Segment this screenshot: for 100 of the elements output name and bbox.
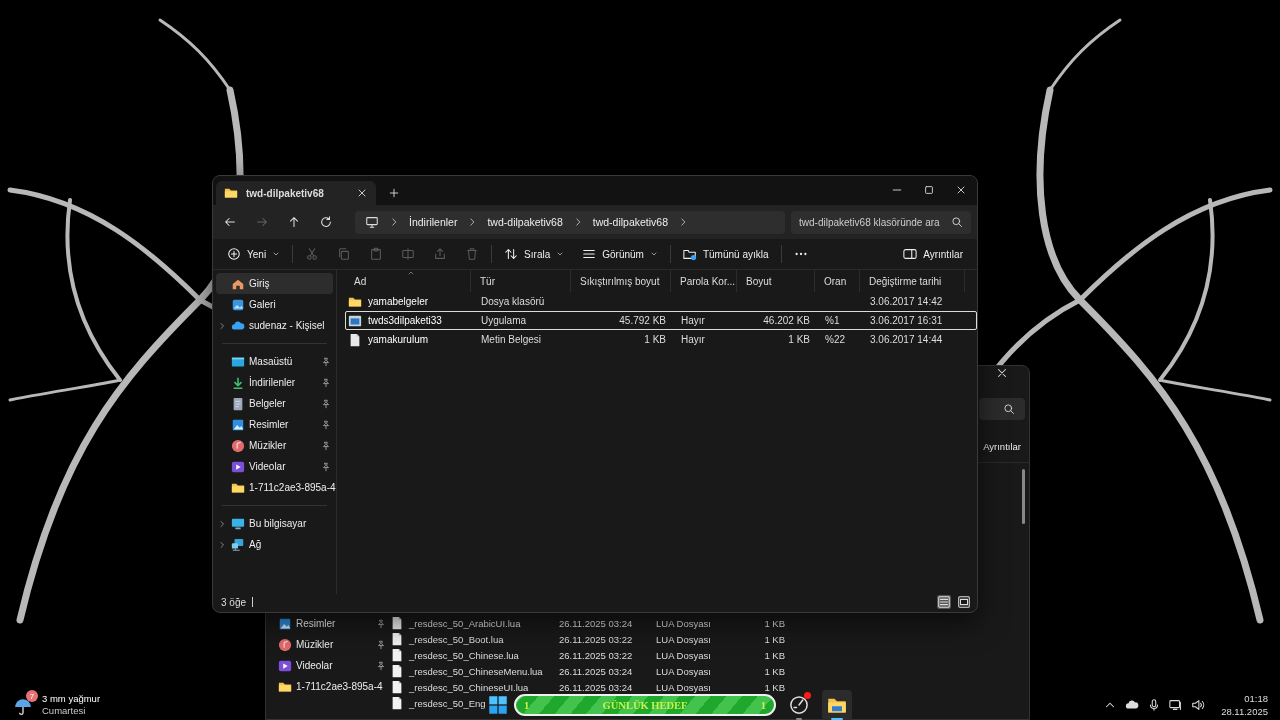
tiles-view-icon[interactable] [957,595,971,609]
sidebar-item[interactable]: Belgeler [216,393,333,414]
table-cell: 3.06.2017 16:31 [870,315,943,326]
column-header[interactable]: Parola Kor... [671,270,737,292]
toolbar-button[interactable]: Tümünü ayıkla [676,243,775,265]
monitor-icon[interactable] [1169,698,1184,712]
scrollbar-thumb[interactable] [1022,469,1025,524]
column-header[interactable]: Boyut [737,270,815,292]
folder-tab[interactable]: twd-dilpaketiv68 [216,181,376,205]
file-name[interactable]: _resdesc_50_Eng [409,697,486,709]
up-arrow-icon[interactable] [287,215,301,229]
table-cell: 1 KB [788,334,810,345]
search-field[interactable] [979,398,1025,420]
file-name: yamakurulum [368,334,429,345]
file-name[interactable]: _resdesc_50_Boot.lua [409,633,504,645]
toolbar-button[interactable]: Yeni [221,243,287,265]
file-row[interactable]: twds3dilpaketi33 Uygulama 45.792 KB Hayır 46.202 KB %1 3.06.2017 16:31 [345,311,977,330]
music-icon [278,637,292,652]
column-header[interactable]: Tür [471,270,571,292]
clock-date[interactable]: 28.11.2025 [1221,705,1268,718]
table-cell: 3.06.2017 14:44 [870,334,943,345]
size-cell: 1 KB [764,617,785,629]
sidebar-item[interactable]: Ağ [216,534,333,555]
sidebar-item[interactable]: Müzikler [266,634,388,655]
sidebar-item[interactable]: Resimler [216,414,333,435]
app-icon [348,313,362,328]
close-icon[interactable] [356,187,368,199]
sidebar-item[interactable]: sudenaz - Kişisel [216,315,333,336]
file-name[interactable]: _resdesc_50_ChineseUI.lua [409,681,529,693]
clock-time[interactable]: 01:18 [1244,692,1268,705]
weather-text[interactable]: 3 mm yağmur [42,693,101,705]
breadcrumb-link[interactable]: twd-dilpaketiv68 [592,216,669,228]
gallery-icon [231,297,245,312]
umbrella-icon [14,698,32,716]
taskbar-app[interactable] [822,690,852,720]
video-icon [231,459,245,474]
file-name: twds3dilpaketi33 [368,315,442,326]
search-field[interactable]: twd-dilpaketiv68 klasöründe ara [791,210,971,234]
picture-icon [231,417,245,432]
file-icon [390,680,404,694]
cloud-icon[interactable] [1125,698,1140,712]
sidebar-item[interactable]: Masaüstü [216,351,333,372]
document-icon [231,396,245,411]
file-row[interactable]: yamakurulum Metin Belgesi 1 KB Hayır 1 KB %22 3.06.2017 14:44 [345,330,977,349]
sidebar-item[interactable]: Resimler [266,613,388,634]
plus-icon[interactable] [388,187,400,199]
weather-day: Cumartesi [42,705,101,717]
column-header[interactable]: Ad [345,270,471,292]
close-icon[interactable] [955,184,967,196]
table-cell: Hayır [681,315,705,326]
item-count: 3 öğe [221,596,247,608]
sidebar-item[interactable]: 1-711c2ae3-895a-4 [266,676,388,697]
file-row[interactable]: yamabelgeler Dosya klasörü 3.06.2017 14:42 [345,292,977,311]
back-icon[interactable] [223,215,237,229]
sidebar-item[interactable]: Müzikler [216,435,333,456]
table-cell: %22 [825,334,845,345]
sidebar-item[interactable]: İndirilenler [216,372,333,393]
sidebar-item[interactable]: Bu bilgisayar [216,513,333,534]
text-file-icon [348,332,362,347]
address-bar[interactable]: İndirilenler twd-dilpaketiv68 twd-dilpaketiv68 [355,210,785,234]
column-header[interactable]: Oran [815,270,860,292]
table-cell: %1 [825,315,840,326]
computer-icon [231,516,245,531]
date-cell: 26.11.2025 03:24 [559,681,633,693]
speaker-icon[interactable] [1191,698,1206,712]
sidebar-item[interactable]: Videolar [216,456,333,477]
start-icon[interactable] [488,695,508,715]
maximize-icon[interactable] [923,184,935,196]
table-cell: Dosya klasörü [481,296,545,307]
file-name[interactable]: _resdesc_50_Chinese.lua [409,649,519,661]
table-cell: 46.202 KB [763,315,810,326]
table-cell: 3.06.2017 14:42 [870,296,943,307]
sidebar-item[interactable]: Videolar [266,655,388,676]
column-header[interactable]: Sıkıştırılmış boyut [571,270,671,292]
breadcrumb-link[interactable]: twd-dilpaketiv68 [487,216,563,228]
music-icon [231,438,245,453]
table-cell: 1 KB [644,334,666,345]
date-cell: 26.11.2025 03:22 [559,649,633,661]
file-name[interactable]: _resdesc_50_ChineseMenu.lua [409,665,543,677]
column-header[interactable]: Değiştirme tarihi [860,270,965,292]
type-cell: LUA Dosyası [656,665,711,677]
picture-icon [278,616,292,631]
gauge-icon [789,695,809,715]
file-icon [390,696,404,710]
details-button[interactable]: Ayrıntılar [983,438,1021,454]
sidebar-item[interactable]: Giriş [216,273,333,294]
details-view-icon[interactable] [937,595,951,609]
type-cell: LUA Dosyası [656,617,711,629]
file-name[interactable]: _resdesc_50_ArabicUI.lua [409,617,521,629]
breadcrumb-link[interactable]: İndirilenler [409,216,458,228]
table-cell: Metin Belgesi [481,334,542,345]
toolbar-button[interactable]: Görünüm [576,243,664,265]
file-icon [390,648,404,662]
refresh-icon[interactable] [319,215,333,229]
toolbar-button[interactable]: Sırala [498,243,571,265]
size-cell: 1 KB [764,649,785,661]
network-icon [231,537,245,552]
details-button[interactable]: Ayrıntılar [897,243,969,265]
file-icon [390,664,404,678]
sidebar-item[interactable]: Galeri [216,294,333,315]
